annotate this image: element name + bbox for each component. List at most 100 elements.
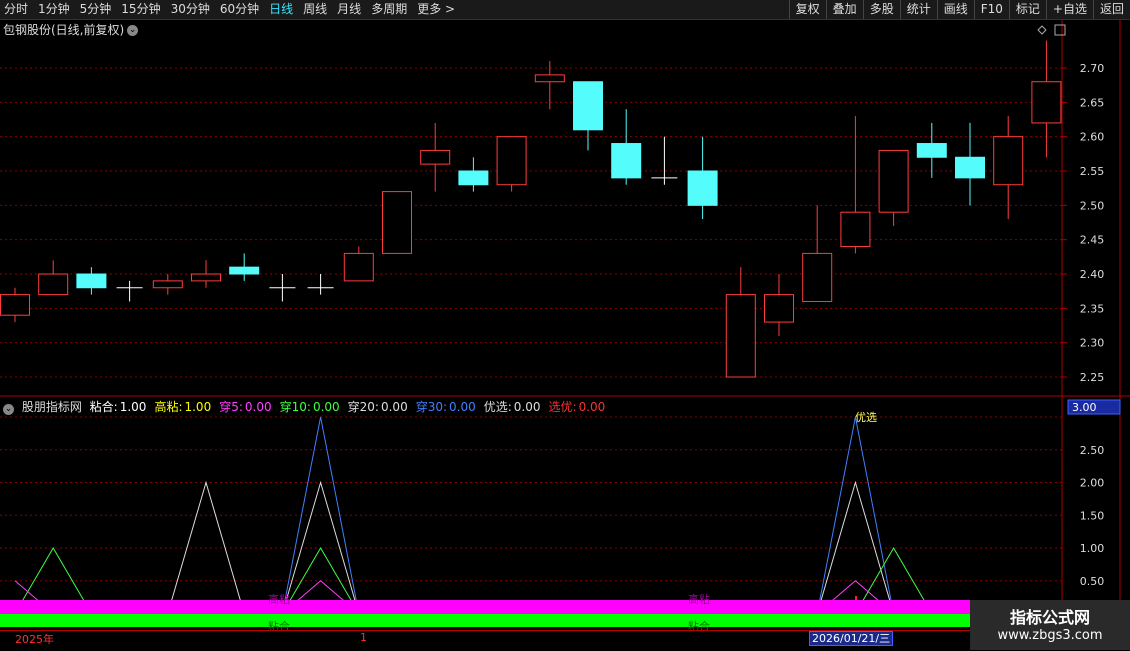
period-tab-4[interactable]: 30分钟	[167, 0, 216, 19]
indicator-label: 粘合:	[89, 400, 118, 414]
indicator-value: 1.00	[119, 400, 147, 414]
indicator-name[interactable]: 股朋指标网	[22, 400, 82, 414]
price-tick-label: 2.70	[1080, 62, 1105, 75]
tool-button-0[interactable]: 复权	[788, 0, 826, 19]
candle-up	[1031, 81, 1062, 124]
indicator-label: 优选:	[483, 400, 512, 414]
period-tab-3[interactable]: 15分钟	[117, 0, 166, 19]
indicator-label: 高粘:	[154, 400, 183, 414]
candle-down	[687, 170, 718, 206]
indicator-item-1: 高粘: 1.00	[154, 400, 215, 414]
candle-down	[458, 170, 489, 186]
tool-button-3[interactable]: 统计	[899, 0, 937, 19]
indicator-item-6: 优选: 0.00	[484, 400, 545, 414]
stock-title[interactable]: 包钢股份(日线,前复权) ⌄	[3, 21, 139, 38]
price-tick-label: 2.45	[1080, 234, 1105, 247]
candle-up	[993, 136, 1024, 186]
indicator-label: 穿5:	[219, 400, 243, 414]
period-tab-5[interactable]: 60分钟	[216, 0, 265, 19]
tool-button-6[interactable]: 标记	[1008, 0, 1046, 19]
tool-button-5[interactable]: F10	[973, 0, 1009, 19]
watermark-url: www.zbgs3.com	[997, 628, 1103, 643]
price-tick-label: 2.55	[1080, 165, 1105, 178]
indicator-collapse-icon[interactable]: ⌄	[3, 404, 14, 415]
watermark-title: 指标公式网	[1009, 608, 1090, 627]
period-tab-9[interactable]: 多周期	[367, 0, 413, 19]
indicator-item-4: 穿20: 0.00	[348, 400, 412, 414]
tool-button-7[interactable]: +自选	[1045, 0, 1093, 19]
price-tick-label: 2.65	[1080, 96, 1105, 109]
month-tick: 1	[360, 631, 367, 644]
candle-up	[38, 273, 69, 296]
indicator-label: 选优:	[548, 400, 577, 414]
candle-down	[955, 156, 985, 179]
indicator-item-0: 粘合: 1.00	[90, 400, 151, 414]
diamond-icon	[1037, 25, 1047, 35]
chart-canvas: 2.70 2.65 2.60 2.55 2.50 2.45 2.40 2.35 2.30 2.25…	[0, 20, 1130, 630]
indicator-value: 0.00	[312, 400, 340, 414]
price-tick-label: 2.30	[1080, 337, 1105, 350]
high-stick-label-1: 高粘	[268, 593, 290, 606]
chevron-down-icon[interactable]: ⌄	[127, 25, 139, 36]
candle-up	[534, 74, 565, 83]
candle-up	[725, 294, 756, 378]
ind-tick-label: 1.50	[1080, 509, 1105, 522]
period-tab-8[interactable]: 月线	[333, 0, 367, 19]
tool-button-4[interactable]: 画线	[936, 0, 974, 19]
ind-tick-label: 2.00	[1080, 477, 1105, 490]
candle-up	[802, 252, 833, 302]
indicator-value: 0.00	[449, 400, 476, 414]
tool-button-1[interactable]: 叠加	[825, 0, 863, 19]
candle-up	[420, 149, 451, 165]
ind-tick-label: 2.50	[1080, 444, 1105, 457]
ind-tick-label: 1.00	[1080, 542, 1105, 555]
candle-up	[764, 294, 794, 323]
price-tick-label: 2.25	[1080, 371, 1105, 384]
indicator-label: 穿10:	[279, 400, 311, 414]
price-tick-label: 2.40	[1080, 268, 1105, 281]
tool-button-8[interactable]: 返回	[1092, 0, 1130, 19]
indicator-item-3: 穿10: 0.00	[280, 400, 344, 414]
peak-label: 优选	[855, 411, 877, 424]
candle-down	[229, 266, 260, 275]
indicator-value: 0.00	[578, 400, 606, 414]
period-tab-1[interactable]: 1分钟	[34, 0, 76, 19]
indicator-item-2: 穿5: 0.00	[219, 400, 275, 414]
indicator-value: 0.00	[380, 400, 408, 414]
candle-up	[496, 136, 527, 186]
period-tab-2[interactable]: 5分钟	[76, 0, 118, 19]
high-stick-bar	[0, 600, 970, 614]
candle-up	[382, 191, 412, 254]
candle-up	[191, 273, 221, 282]
candle-up	[878, 149, 909, 213]
indicator-item-5: 穿30: 0.00	[416, 400, 480, 414]
period-tab-7[interactable]: 周线	[299, 0, 333, 19]
candle-down	[916, 143, 947, 158]
indicator-label: 穿30:	[415, 400, 448, 414]
candle-down	[611, 143, 642, 179]
indicator-value: 1.00	[184, 400, 212, 414]
candle-up	[840, 211, 871, 248]
price-tick-label: 2.50	[1080, 199, 1105, 212]
toolbar-right: 复权 叠加 多股 统计 画线 F10 标记 +自选 返回	[788, 0, 1130, 19]
date-cursor-label: 2026/01/21/三	[809, 631, 894, 646]
candle-down	[76, 273, 107, 289]
candle-down	[573, 81, 603, 131]
candle-up	[0, 294, 30, 316]
period-tab-6[interactable]: 日线	[265, 0, 299, 19]
candle-up	[343, 252, 374, 282]
indicator-value: 0.00	[513, 400, 541, 414]
high-stick-label-2: 高粘	[688, 593, 710, 606]
tool-button-2[interactable]: 多股	[862, 0, 900, 19]
watermark: 指标公式网 www.zbgs3.com	[970, 600, 1130, 650]
candle-up	[152, 280, 183, 289]
indicator-bar: ⌄ 股朋指标网 粘合: 1.00 高粘: 1.00 穿5: 0.00 穿10: 0.00 穿20…	[3, 398, 617, 415]
panel-toggle-icon	[1054, 24, 1066, 36]
indicator-item-7: 选优: 0.00	[549, 400, 610, 414]
period-tab-10[interactable]: 更多 >	[413, 0, 461, 19]
stick-bar	[0, 614, 970, 627]
price-tick-label: 2.35	[1080, 302, 1105, 315]
stock-title-text: 包钢股份(日线,前复权)	[3, 23, 125, 37]
current-value-text: 3.00	[1072, 401, 1097, 414]
period-tab-0[interactable]: 分时	[0, 0, 34, 19]
